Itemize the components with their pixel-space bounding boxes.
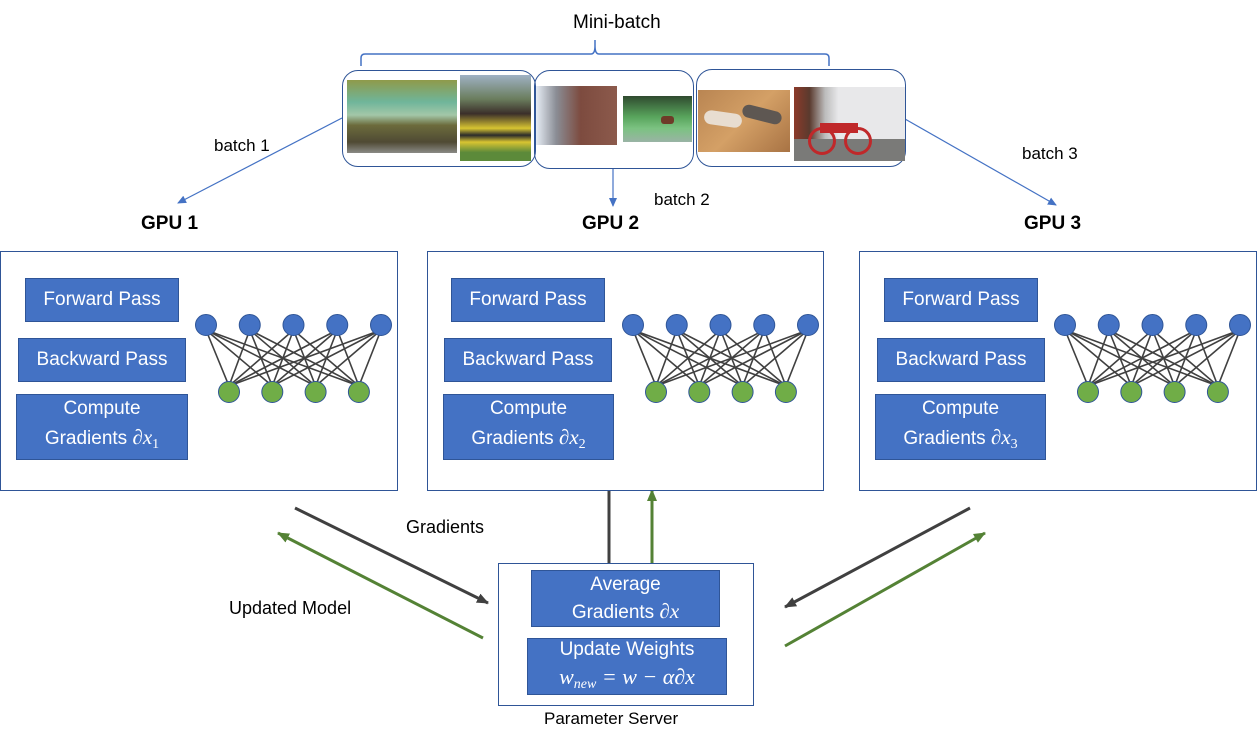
output-node (645, 381, 667, 403)
gpu-1-panel: Forward Pass Backward Pass Compute Gradi… (0, 251, 398, 491)
input-node (709, 314, 732, 336)
output-node (688, 381, 711, 403)
output-node (347, 381, 370, 403)
gpu-1-title: GPU 1 (141, 213, 199, 234)
input-node (1141, 314, 1164, 336)
input-node (326, 314, 349, 336)
input-node (1229, 314, 1251, 336)
input-node (1097, 314, 1120, 336)
update-formula-rest: = w − α∂x (596, 663, 695, 689)
output-node (261, 381, 284, 403)
gpu-1-neural-network (195, 314, 392, 403)
batch-2-label: batch 2 (654, 190, 710, 209)
two-cats-on-floor-photo (698, 90, 790, 152)
horse-jumping-photo (460, 75, 531, 161)
batch-2-group (534, 70, 694, 169)
average-line1: Average (590, 574, 661, 595)
output-node (1077, 381, 1099, 403)
parameter-server-panel: Average Gradients ∂x Update Weights wnew… (498, 563, 754, 706)
gpu-3-title: GPU 3 (1024, 213, 1082, 234)
input-node (797, 314, 819, 336)
mini-batch-brace (360, 40, 830, 66)
input-node (238, 314, 261, 336)
input-node (753, 314, 776, 336)
gpu-3-panel: Forward Pass Backward Pass Compute Gradi… (859, 251, 1257, 491)
update-formula-w: w (559, 663, 574, 689)
batch-3-label: batch 3 (1022, 144, 1078, 163)
red-bicycle-photo (794, 87, 905, 161)
street-buildings-photo (536, 86, 617, 145)
input-node (195, 314, 217, 336)
gpu-3-neural-network (1054, 314, 1251, 403)
gpu-2-title: GPU 2 (582, 213, 640, 234)
update-formula: wnew = w − α∂x (559, 663, 695, 698)
house-glass-extension-photo (347, 80, 457, 153)
update-line1: Update Weights (559, 638, 695, 660)
output-node (731, 381, 754, 403)
network-edge (358, 329, 382, 387)
output-node (774, 381, 797, 403)
gpu-2-panel: Forward Pass Backward Pass Compute Gradi… (427, 251, 824, 491)
average-gradient-symbol: ∂x (659, 599, 680, 623)
cow-under-tree-photo (623, 96, 692, 142)
output-node (218, 381, 240, 403)
input-node (282, 314, 305, 336)
output-node (1163, 381, 1186, 403)
network-edge (1064, 329, 1089, 387)
batch-3-group (696, 69, 906, 167)
average-gradients-box: Average Gradients ∂x (531, 570, 720, 627)
output-node (1120, 381, 1143, 403)
batch-1-label: batch 1 (214, 136, 270, 155)
input-node (1185, 314, 1208, 336)
update-formula-subscript: new (573, 676, 597, 692)
network-edge (205, 329, 230, 387)
batch-1-arrow (177, 117, 343, 204)
input-node (665, 314, 688, 336)
network-edge (1217, 329, 1241, 387)
average-line2: Gradients ∂x (572, 598, 679, 626)
input-node (370, 314, 392, 336)
output-node (1206, 381, 1229, 403)
network-edge (785, 329, 809, 387)
parameter-server-label: Parameter Server (544, 709, 679, 728)
output-node (304, 381, 327, 403)
batch-1-group (342, 70, 536, 167)
network-edge (632, 329, 657, 387)
gradients-label: Gradients (406, 517, 485, 537)
mini-batch-title: Mini-batch (573, 12, 661, 33)
average-gradients-word: Gradients (571, 602, 655, 623)
updated-model-label: Updated Model (229, 598, 352, 618)
gpu-2-neural-network (622, 314, 819, 403)
update-weights-box: Update Weights wnew = w − α∂x (527, 638, 727, 695)
input-node (1054, 314, 1076, 336)
input-node (622, 314, 644, 336)
